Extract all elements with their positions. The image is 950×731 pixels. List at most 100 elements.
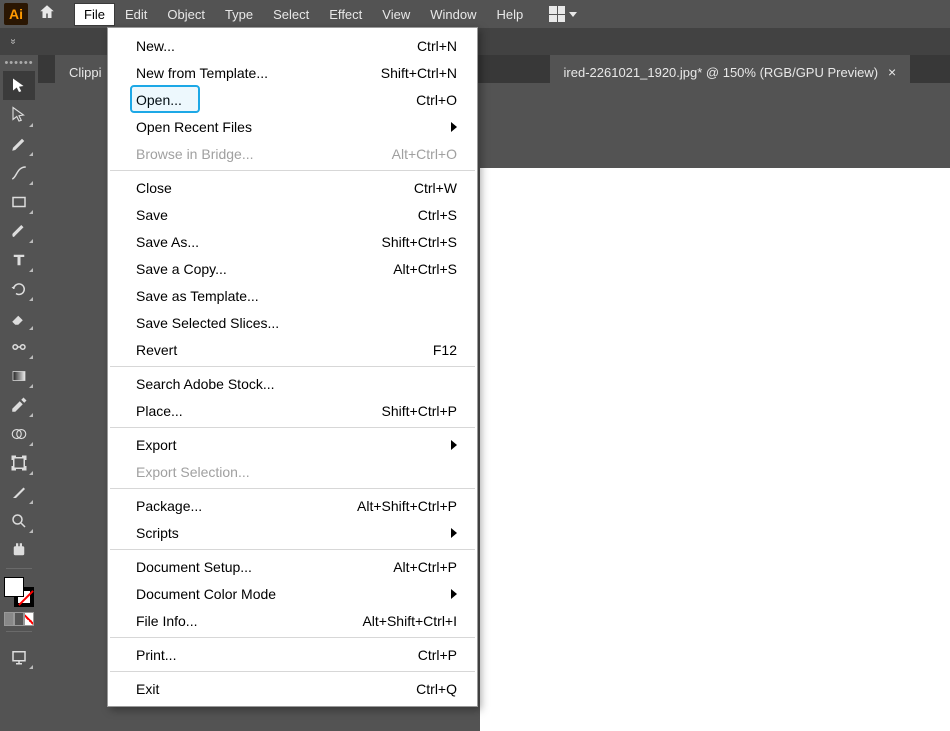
screen-mode-tool[interactable]	[3, 642, 35, 671]
shortcut-label: Shift+Ctrl+N	[381, 65, 457, 81]
menu-bar: Ai File Edit Object Type Select Effect V…	[0, 0, 950, 28]
selection-tool[interactable]	[3, 71, 35, 100]
menu-item-export[interactable]: Export	[108, 431, 477, 458]
divider	[6, 568, 32, 569]
menu-item-close[interactable]: Close Ctrl+W	[108, 174, 477, 201]
menu-help[interactable]: Help	[486, 2, 533, 27]
menu-item-save[interactable]: SaveCtrl+S	[108, 201, 477, 228]
menu-item-open-recent-files[interactable]: Open Recent Files	[108, 113, 477, 140]
menu-item-file-info[interactable]: File Info... Alt+Shift+Ctrl+I	[108, 607, 477, 634]
menu-item-label: Package...	[136, 498, 202, 514]
eraser-tool[interactable]	[3, 303, 35, 332]
menu-item-save-as[interactable]: Save As...Shift+Ctrl+S	[108, 228, 477, 255]
rectangle-tool[interactable]	[3, 187, 35, 216]
submenu-arrow-icon	[451, 528, 457, 538]
menu-item-save-as-template[interactable]: Save as Template...	[108, 282, 477, 309]
menu-item-label: File Info...	[136, 613, 197, 629]
menu-file[interactable]: File	[74, 3, 115, 26]
menu-separator	[110, 170, 475, 171]
menu-view[interactable]: View	[372, 2, 420, 27]
menu-item-label: Scripts	[136, 525, 179, 541]
document-tab-continued[interactable]: ired-2261021_1920.jpg* @ 150% (RGB/GPU P…	[550, 55, 911, 83]
shortcut-label: Alt+Shift+Ctrl+I	[362, 613, 457, 629]
menu-item-label: Open...	[136, 92, 182, 108]
menu-item-browse-in-bridge: Browse in Bridge...Alt+Ctrl+O	[108, 140, 477, 167]
menu-item-save-a-copy[interactable]: Save a Copy...Alt+Ctrl+S	[108, 255, 477, 282]
file-menu-dropdown: New... Ctrl+N New from Template... Shift+Ct…	[107, 27, 478, 707]
menu-item-label: Exit	[136, 681, 159, 697]
menu-item-new-from-template[interactable]: New from Template... Shift+Ctrl+N	[108, 59, 477, 86]
direct-selection-tool[interactable]	[3, 100, 35, 129]
menu-select[interactable]: Select	[263, 2, 319, 27]
menu-item-label: Save as Template...	[136, 288, 259, 304]
submenu-arrow-icon	[451, 122, 457, 132]
menu-item-document-setup[interactable]: Document Setup...Alt+Ctrl+P	[108, 553, 477, 580]
paintbrush-tool[interactable]	[3, 216, 35, 245]
tools-panel: ••••••	[0, 55, 38, 671]
shortcut-label: Ctrl+Q	[416, 681, 457, 697]
menu-item-label: Export	[136, 437, 176, 453]
fill-swatch[interactable]	[4, 577, 24, 597]
menu-item-label: Browse in Bridge...	[136, 146, 254, 162]
home-icon[interactable]	[38, 3, 56, 26]
menu-item-new[interactable]: New... Ctrl+N	[108, 32, 477, 59]
menu-separator	[110, 427, 475, 428]
app-logo: Ai	[4, 3, 28, 25]
menu-item-label: New...	[136, 38, 175, 54]
tab-title-right: ired-2261021_1920.jpg* @ 150% (RGB/GPU P…	[564, 65, 879, 80]
tab-title-left: Clippi	[69, 65, 102, 80]
document-canvas[interactable]	[480, 168, 950, 731]
menu-item-label: Save	[136, 207, 168, 223]
blend-tool[interactable]	[3, 419, 35, 448]
shortcut-label: Alt+Ctrl+S	[393, 261, 457, 277]
menu-item-label: Revert	[136, 342, 177, 358]
fill-stroke-swatch[interactable]	[4, 577, 34, 607]
menu-item-exit[interactable]: Exit Ctrl+Q	[108, 675, 477, 702]
menu-item-document-color-mode[interactable]: Document Color Mode	[108, 580, 477, 607]
curvature-tool[interactable]	[3, 158, 35, 187]
menu-item-place[interactable]: Place...Shift+Ctrl+P	[108, 397, 477, 424]
menu-item-label: Place...	[136, 403, 183, 419]
pen-tool[interactable]	[3, 129, 35, 158]
draw-modes[interactable]	[4, 612, 34, 626]
artboard-tool[interactable]	[3, 448, 35, 477]
menu-object[interactable]: Object	[157, 2, 215, 27]
submenu-arrow-icon	[451, 589, 457, 599]
shortcut-label: Ctrl+N	[417, 38, 457, 54]
divider	[6, 631, 32, 632]
drag-handle-icon[interactable]: ••••••	[4, 57, 33, 69]
hand-tool[interactable]	[3, 535, 35, 564]
shortcut-label: Shift+Ctrl+S	[382, 234, 457, 250]
workspace-switcher[interactable]	[549, 6, 577, 22]
menu-item-label: Document Color Mode	[136, 586, 276, 602]
chevron-down-icon	[569, 12, 577, 17]
close-icon[interactable]: ×	[888, 65, 896, 79]
zoom-tool[interactable]	[3, 506, 35, 535]
menu-item-save-selected-slices[interactable]: Save Selected Slices...	[108, 309, 477, 336]
menu-window[interactable]: Window	[420, 2, 486, 27]
rotate-tool[interactable]	[3, 274, 35, 303]
menu-edit[interactable]: Edit	[115, 2, 157, 27]
gradient-tool[interactable]	[3, 361, 35, 390]
menu-item-search-adobe-stock[interactable]: Search Adobe Stock...	[108, 370, 477, 397]
menu-item-label: Close	[136, 180, 172, 196]
menu-item-scripts[interactable]: Scripts	[108, 519, 477, 546]
menu-item-label: New from Template...	[136, 65, 268, 81]
menu-item-open[interactable]: Open...Ctrl+O	[108, 86, 477, 113]
menu-separator	[110, 637, 475, 638]
slice-tool[interactable]	[3, 477, 35, 506]
submenu-arrow-icon	[451, 440, 457, 450]
eyedropper-tool[interactable]	[3, 390, 35, 419]
shortcut-label: Alt+Shift+Ctrl+P	[357, 498, 457, 514]
menu-item-revert[interactable]: RevertF12	[108, 336, 477, 363]
menu-effect[interactable]: Effect	[319, 2, 372, 27]
menu-separator	[110, 488, 475, 489]
expand-handle-icon[interactable]: »	[7, 39, 18, 45]
type-tool[interactable]	[3, 245, 35, 274]
menu-item-label: Search Adobe Stock...	[136, 376, 275, 392]
menu-item-print[interactable]: Print...Ctrl+P	[108, 641, 477, 668]
width-tool[interactable]	[3, 332, 35, 361]
menu-item-package[interactable]: Package... Alt+Shift+Ctrl+P	[108, 492, 477, 519]
shortcut-label: Ctrl+W	[414, 180, 457, 196]
menu-type[interactable]: Type	[215, 2, 263, 27]
